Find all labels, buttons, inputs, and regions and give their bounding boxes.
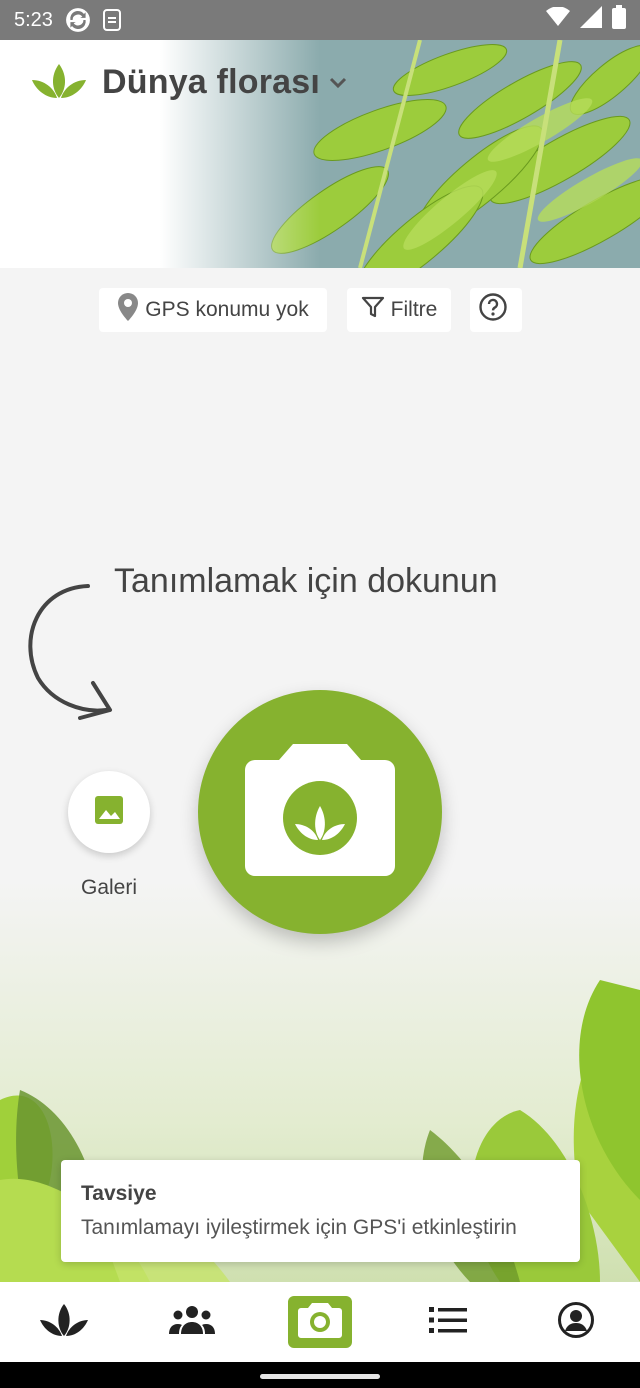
home-gesture-handle[interactable] [260, 1374, 380, 1379]
filter-chip[interactable]: Filtre [347, 288, 451, 332]
status-bar: 5:23 [0, 0, 640, 40]
plant-icon [38, 1302, 90, 1343]
curved-arrow-icon [28, 584, 112, 720]
header: Dünya florası [0, 40, 640, 268]
plantnet-logo-icon [30, 60, 88, 105]
filter-icon [361, 295, 391, 325]
identify-hint: Tanımlamak için dokunun [114, 562, 498, 600]
flora-title: Dünya florası [102, 63, 320, 101]
image-icon [93, 794, 125, 831]
camera-icon [298, 1302, 342, 1343]
sync-icon [65, 7, 91, 33]
bottom-navigation [0, 1282, 640, 1362]
camera-identify-button[interactable] [198, 690, 442, 934]
chevron-down-icon [326, 71, 350, 95]
nav-community[interactable] [128, 1282, 256, 1362]
community-icon [169, 1305, 215, 1340]
camera-icon [245, 742, 395, 883]
list-icon [429, 1306, 467, 1339]
nav-account[interactable] [512, 1282, 640, 1362]
wifi-icon [546, 6, 570, 33]
nav-identify[interactable] [256, 1282, 384, 1362]
help-icon [478, 292, 514, 328]
gallery-button[interactable] [68, 771, 150, 853]
sim-icon [101, 8, 123, 32]
nav-camera-tab[interactable] [288, 1296, 352, 1348]
toast-message: Tanımlamayı iyileştirmek için GPS'i etki… [81, 1216, 517, 1239]
gallery-label: Galeri [80, 876, 138, 899]
tip-toast: Tavsiye Tanımlamayı iyileştirmek için GP… [61, 1160, 580, 1262]
toast-title: Tavsiye [81, 1182, 157, 1205]
gps-location-chip[interactable]: GPS konumu yok [99, 288, 327, 332]
filter-label: Filtre [390, 298, 438, 321]
signal-icon [580, 6, 602, 34]
gps-label: GPS konumu yok [145, 298, 309, 321]
account-icon [557, 1301, 595, 1344]
nav-plants[interactable] [0, 1282, 128, 1362]
flora-selector[interactable]: Dünya florası [30, 60, 350, 105]
location-pin-icon [117, 293, 145, 327]
help-button[interactable] [470, 288, 522, 332]
battery-icon [612, 5, 626, 35]
status-time: 5:23 [14, 8, 53, 31]
nav-list[interactable] [384, 1282, 512, 1362]
